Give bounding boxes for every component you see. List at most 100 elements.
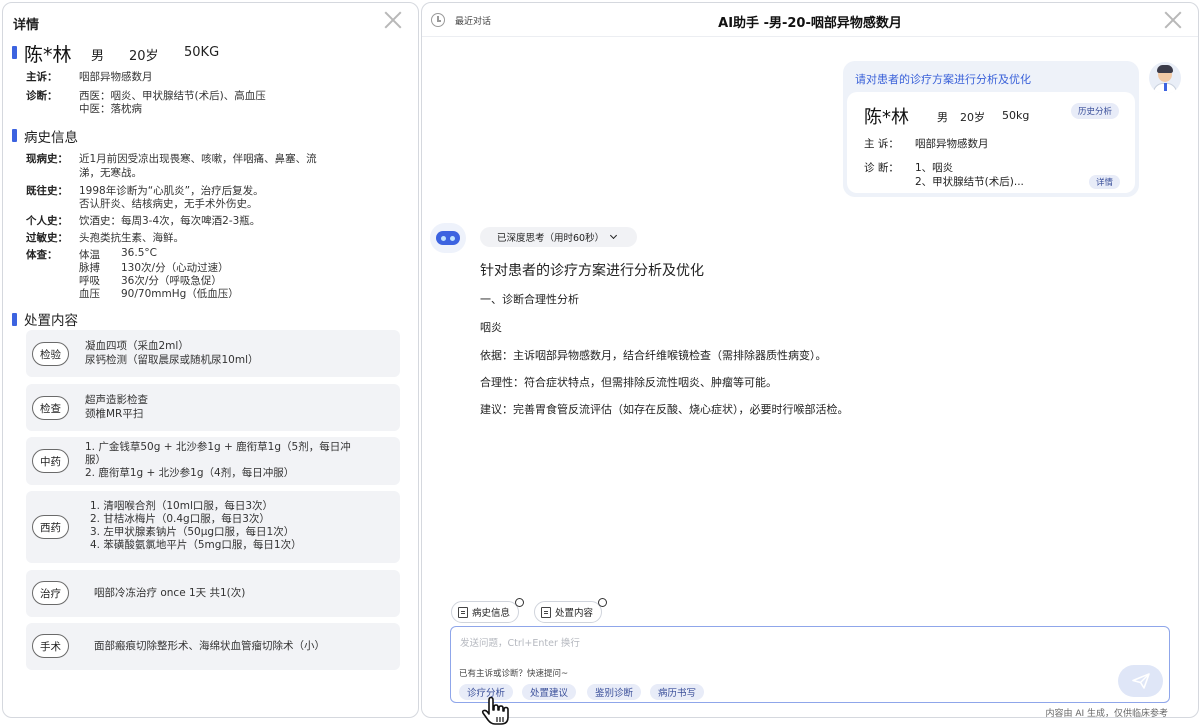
treatment-tag: 检验 bbox=[32, 342, 69, 366]
section-marker bbox=[12, 129, 17, 142]
treatment-line: 超声造影检查 bbox=[85, 394, 148, 406]
card-complaint-value: 咽部异物感数月 bbox=[915, 138, 989, 150]
card-diagnosis-line: 2、甲状腺结节(术后)... bbox=[915, 176, 1024, 188]
chip-record-writing[interactable]: 病历书写 bbox=[650, 684, 705, 700]
complaint-label: 主诉： bbox=[26, 71, 58, 83]
close-icon[interactable] bbox=[382, 9, 404, 31]
present-history-line: 涕，无寒战。 bbox=[79, 167, 142, 179]
personal-history-label: 个人史： bbox=[26, 215, 68, 227]
quick-history-button[interactable]: 病史信息 bbox=[451, 598, 525, 623]
patient-name: 陈*林 bbox=[24, 44, 72, 66]
answer-suggestion: 建议：完善胃食管反流评估（如存在反酸、烧心症状），必要时行喉部活检。 bbox=[480, 403, 849, 416]
answer-rationality: 合理性：符合症状特点，但需排除反流性咽炎、肿瘤等可能。 bbox=[480, 376, 777, 389]
card-patient-name: 陈*林 bbox=[864, 107, 909, 128]
present-history-label: 现病史： bbox=[26, 153, 68, 165]
detail-panel: 详情 陈*林 男 20岁 50KG 主诉： 咽部异物感数月 诊断： 西医：咽炎、… bbox=[2, 2, 419, 718]
past-history-line: 否认肝炎、结核病史，无手术外伤史。 bbox=[79, 198, 258, 210]
complaint-value: 咽部异物感数月 bbox=[79, 71, 153, 83]
hand-cursor-icon bbox=[481, 696, 509, 725]
vital-value: 90/70mmHg（低血压） bbox=[121, 288, 239, 300]
treatment-card-lab[interactable]: 检验 凝血四项（采血2ml） 尿钙检测（留取晨尿或随机尿10ml） bbox=[26, 330, 400, 377]
user-prompt-text: 请对患者的诊疗方案进行分析及优化 bbox=[855, 73, 1031, 86]
treatment-card-exam[interactable]: 检查 超声造影检查 颈椎MR平扫 bbox=[26, 384, 400, 431]
treatment-line: 1. 清咽喉合剂（10ml口服，每日3次） bbox=[90, 500, 274, 512]
diagnosis-label: 诊断： bbox=[26, 90, 58, 102]
vital-value: 36.5°C bbox=[121, 247, 157, 259]
deep-thinking-toggle[interactable]: 已深度思考（用时60秒） bbox=[480, 227, 637, 247]
card-patient-age: 20岁 bbox=[960, 111, 985, 124]
ai-robot-avatar bbox=[430, 223, 466, 253]
treatment-line: 凝血四项（采血2ml） bbox=[85, 340, 189, 352]
card-diagnosis-line: 1、咽炎 bbox=[915, 162, 954, 174]
treatment-line: 2. 鹿衔草1g + 北沙参1g（4剂，每日冲服） bbox=[85, 467, 295, 479]
section-marker bbox=[12, 46, 17, 59]
chip-treatment-suggestion[interactable]: 处置建议 bbox=[522, 684, 577, 700]
quick-history-label: 病史信息 bbox=[472, 608, 511, 619]
personal-history-value: 饮酒史：每周3-4次，每次啤酒2-3瓶。 bbox=[79, 215, 261, 227]
document-icon bbox=[541, 606, 551, 618]
doctor-avatar bbox=[1149, 62, 1181, 94]
quick-question-hint: 已有主诉或诊断？快速提问~ bbox=[459, 669, 569, 679]
ai-assistant-panel: 最近对话 AI助手 -男-20-咽部异物感数月 请对患者的诊疗方案进行分析及优化… bbox=[421, 2, 1199, 718]
card-patient-sex: 男 bbox=[937, 111, 948, 124]
treatment-line: 4. 苯磺酸氨氯地平片（5mg口服，每日1次） bbox=[90, 539, 302, 551]
treatment-line: 1. 广金钱草50g + 北沙参1g + 鹿衔草1g（5剂，每日冲 bbox=[85, 441, 351, 453]
treatment-line: 3. 左甲状腺素钠片（50μg口服，每日1次） bbox=[90, 526, 295, 538]
patient-summary-card: 陈*林 男 20岁 50kg 历史分析 主 诉： 咽部异物感数月 诊 断： 1、… bbox=[847, 92, 1135, 193]
chip-differential-diagnosis[interactable]: 鉴别诊断 bbox=[587, 684, 642, 700]
quick-treatment-button[interactable]: 处置内容 bbox=[534, 598, 608, 623]
answer-diagnosis: 咽炎 bbox=[480, 321, 502, 334]
treatment-tag: 检查 bbox=[32, 396, 69, 420]
treatment-tag: 手术 bbox=[32, 634, 69, 658]
assistant-header: 最近对话 AI助手 -男-20-咽部异物感数月 bbox=[422, 3, 1198, 37]
patient-age: 20岁 bbox=[129, 49, 159, 64]
treatment-card-western[interactable]: 西药 1. 清咽喉合剂（10ml口服，每日3次） 2. 甘桔冰梅片（0.4g口服… bbox=[26, 491, 400, 563]
section-marker bbox=[12, 313, 17, 326]
message-input-placeholder[interactable]: 发送问题，Ctrl+Enter 换行 bbox=[460, 635, 580, 649]
status-dot-icon bbox=[515, 598, 525, 607]
vitals-label: 体查： bbox=[26, 249, 58, 261]
user-message: 请对患者的诊疗方案进行分析及优化 陈*林 男 20岁 50kg 历史分析 主 诉… bbox=[843, 61, 1139, 197]
treatment-line: 2. 甘桔冰梅片（0.4g口服，每日3次） bbox=[90, 513, 270, 525]
card-complaint-label: 主 诉： bbox=[864, 138, 899, 150]
thinking-label: 已深度思考（用时60秒） bbox=[497, 233, 605, 244]
patient-sex: 男 bbox=[91, 49, 105, 64]
treatment-card-therapy[interactable]: 治疗 咽部冷冻治疗 once 1天 共1(次) bbox=[26, 570, 400, 617]
treatment-line: 颈椎MR平扫 bbox=[85, 408, 144, 420]
treatment-line: 咽部冷冻治疗 once 1天 共1(次) bbox=[94, 587, 246, 599]
detail-title: 详情 bbox=[13, 18, 40, 33]
treatment-line: 面部瘢痕切除整形术、海绵状血管瘤切除术（小） bbox=[94, 640, 325, 652]
answer-subheading: 一、诊断合理性分析 bbox=[480, 293, 579, 306]
ai-disclaimer: 内容由 AI 生成，仅供临床参考 bbox=[1045, 709, 1168, 718]
treatment-section-title: 处置内容 bbox=[24, 313, 78, 329]
detail-button[interactable]: 详情 bbox=[1089, 175, 1121, 189]
send-button[interactable] bbox=[1118, 665, 1163, 697]
treatment-card-tcm[interactable]: 中药 1. 广金钱草50g + 北沙参1g + 鹿衔草1g（5剂，每日冲 服） … bbox=[26, 437, 400, 485]
allergy-value: 头孢类抗生素、海鲜。 bbox=[79, 232, 184, 244]
past-history-label: 既往史： bbox=[26, 185, 68, 197]
treatment-card-surgery[interactable]: 手术 面部瘢痕切除整形术、海绵状血管瘤切除术（小） bbox=[26, 623, 400, 670]
chevron-down-icon bbox=[610, 231, 618, 240]
treatment-tag: 西药 bbox=[32, 515, 69, 539]
answer-heading: 针对患者的诊疗方案进行分析及优化 bbox=[480, 263, 704, 279]
history-section-title: 病史信息 bbox=[24, 130, 78, 146]
document-icon bbox=[458, 606, 468, 618]
allergy-label: 过敏史： bbox=[26, 232, 68, 244]
message-input-box[interactable]: 发送问题，Ctrl+Enter 换行 已有主诉或诊断？快速提问~ 诊疗分析 处置… bbox=[450, 626, 1170, 703]
patient-weight: 50KG bbox=[184, 45, 220, 60]
send-icon bbox=[1131, 673, 1150, 689]
answer-basis: 依据：主诉咽部异物感数月，结合纤维喉镜检查（需排除器质性病变）。 bbox=[480, 349, 827, 362]
present-history-line: 近1月前因受凉出现畏寒、咳嗽，伴咽痛、鼻塞、流 bbox=[79, 153, 317, 165]
treatment-line: 服） bbox=[85, 454, 106, 466]
treatment-line: 尿钙检测（留取晨尿或随机尿10ml） bbox=[85, 354, 259, 366]
card-patient-weight: 50kg bbox=[1002, 109, 1030, 122]
status-dot-icon bbox=[598, 598, 608, 607]
treatment-tag: 中药 bbox=[32, 449, 69, 473]
quick-treatment-label: 处置内容 bbox=[555, 608, 594, 619]
diagnosis-tcm: 中医：落枕病 bbox=[79, 103, 142, 115]
card-diagnosis-label: 诊 断： bbox=[864, 162, 899, 174]
treatment-tag: 治疗 bbox=[32, 581, 69, 605]
assistant-title: AI助手 -男-20-咽部异物感数月 bbox=[718, 16, 902, 31]
close-icon[interactable] bbox=[1162, 9, 1184, 31]
history-analysis-button[interactable]: 历史分析 bbox=[1071, 103, 1120, 119]
